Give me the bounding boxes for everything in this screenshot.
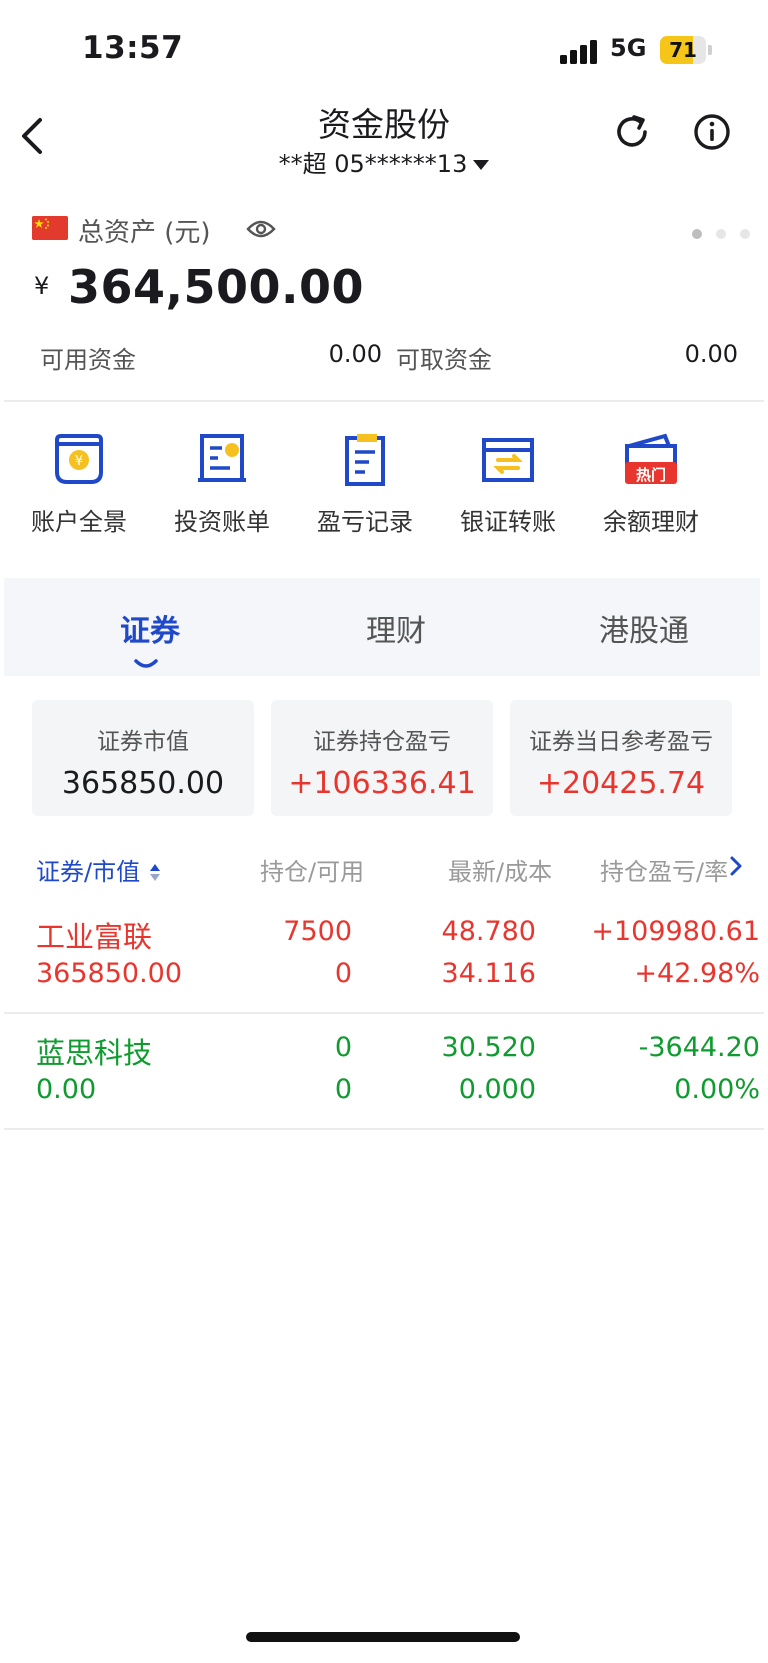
card-title: 证券当日参考盈亏 — [529, 729, 713, 755]
position-qty: 7500 — [283, 916, 352, 947]
summary-card-position-pnl: 证券持仓盈亏 +106336.41 — [271, 700, 493, 816]
cost-price: 34.116 — [441, 958, 536, 989]
table-row[interactable]: 蓝思科技 0.00 0 0 30.520 0.000 -3644.20 0.00… — [4, 1016, 768, 1132]
battery-icon: 71 — [660, 36, 712, 64]
refresh-button[interactable] — [612, 112, 652, 152]
card-value: +20425.74 — [536, 766, 706, 801]
withdrawable-funds-label: 可取资金 — [396, 346, 492, 374]
function-label: 银证转账 — [460, 508, 556, 536]
card-title: 证券持仓盈亏 — [313, 729, 451, 755]
currency-symbol: ¥ — [34, 272, 50, 300]
refresh-icon — [617, 115, 647, 147]
market-value: 0.00 — [36, 1074, 97, 1105]
header-security-value[interactable]: 证券/市值 — [36, 852, 161, 887]
tab-bar: 证券 理财 港股通 — [4, 578, 760, 676]
balance-wealth-icon: 热门 — [621, 432, 681, 488]
total-assets-value: 364,500.00 — [68, 260, 365, 314]
investment-bill-icon — [192, 432, 252, 488]
pnl-rate: +42.98% — [634, 958, 760, 989]
card-title: 证券市值 — [97, 729, 189, 755]
position-pnl: -3644.20 — [638, 1032, 760, 1063]
info-icon — [694, 114, 730, 150]
chevron-right-icon — [730, 856, 742, 876]
profit-record-button[interactable]: 盈亏记录 — [289, 432, 441, 542]
account-overview-icon: ¥ — [49, 432, 109, 488]
available-funds-label: 可用资金 — [40, 346, 136, 374]
function-label: 盈亏记录 — [317, 508, 413, 536]
tab-securities[interactable]: 证券 — [24, 606, 276, 650]
summary-card-market-value: 证券市值 365850.00 — [32, 700, 254, 816]
header-pnl-rate: 持仓盈亏/率 — [600, 858, 729, 886]
withdrawable-funds-value: 0.00 — [684, 340, 738, 368]
battery-level: 71 — [669, 38, 697, 62]
svg-text:¥: ¥ — [75, 454, 83, 469]
divider — [4, 400, 764, 402]
profit-record-icon — [335, 432, 395, 488]
card-value: 365850.00 — [61, 766, 225, 801]
info-button[interactable] — [692, 112, 732, 152]
tab-wealth[interactable]: 理财 — [270, 606, 522, 650]
network-type: 5G — [610, 34, 647, 62]
security-name: 工业富联 — [36, 920, 153, 954]
latest-price: 48.780 — [441, 916, 536, 947]
summary-card-daily-pnl: 证券当日参考盈亏 +20425.74 — [510, 700, 732, 816]
table-row[interactable]: 工业富联 365850.00 7500 0 48.780 34.116 +109… — [4, 900, 768, 1016]
page-indicator — [678, 224, 750, 243]
position-qty: 0 — [334, 1032, 352, 1063]
account-overview-button[interactable]: ¥ 账户全景 — [3, 432, 155, 542]
function-label: 账户全景 — [31, 508, 127, 536]
eye-icon[interactable] — [246, 218, 276, 240]
latest-price: 30.520 — [441, 1032, 536, 1063]
active-tab-indicator — [134, 654, 158, 668]
caret-down-icon — [473, 160, 490, 170]
balance-wealth-button[interactable]: 热门 余额理财 — [575, 432, 727, 542]
pnl-rate: 0.00% — [674, 1074, 760, 1105]
available-qty: 0 — [334, 1074, 352, 1105]
account-number: **超 05******13 — [278, 150, 468, 178]
cost-price: 0.000 — [458, 1074, 536, 1105]
scroll-right-button[interactable] — [728, 854, 744, 878]
security-name: 蓝思科技 — [36, 1036, 153, 1070]
bank-transfer-icon — [478, 432, 538, 488]
status-time: 13:57 — [82, 30, 184, 66]
bank-transfer-button[interactable]: 银证转账 — [432, 432, 584, 542]
total-assets-label: 总资产 (元) — [78, 218, 211, 248]
header-latest-cost: 最新/成本 — [448, 858, 553, 886]
row-divider — [4, 1128, 764, 1130]
home-indicator[interactable] — [246, 1632, 520, 1642]
account-selector[interactable]: **超 05******13 — [0, 144, 768, 179]
investment-bill-button[interactable]: 投资账单 — [146, 432, 298, 542]
page-title: 资金股份 — [318, 105, 450, 144]
position-pnl: +109980.61 — [591, 916, 760, 947]
available-qty: 0 — [334, 958, 352, 989]
sort-icon — [150, 864, 161, 882]
row-divider — [4, 1012, 764, 1014]
function-label: 余额理财 — [603, 508, 699, 536]
china-flag-icon — [32, 216, 68, 240]
market-value: 365850.00 — [36, 958, 183, 989]
tab-hk-connect[interactable]: 港股通 — [518, 606, 768, 650]
card-value: +106336.41 — [288, 766, 476, 801]
signal-icon — [560, 38, 602, 64]
function-label: 投资账单 — [174, 508, 270, 536]
header-position-available: 持仓/可用 — [260, 858, 365, 886]
hot-badge: 热门 — [635, 466, 666, 484]
available-funds-value: 0.00 — [328, 340, 382, 368]
